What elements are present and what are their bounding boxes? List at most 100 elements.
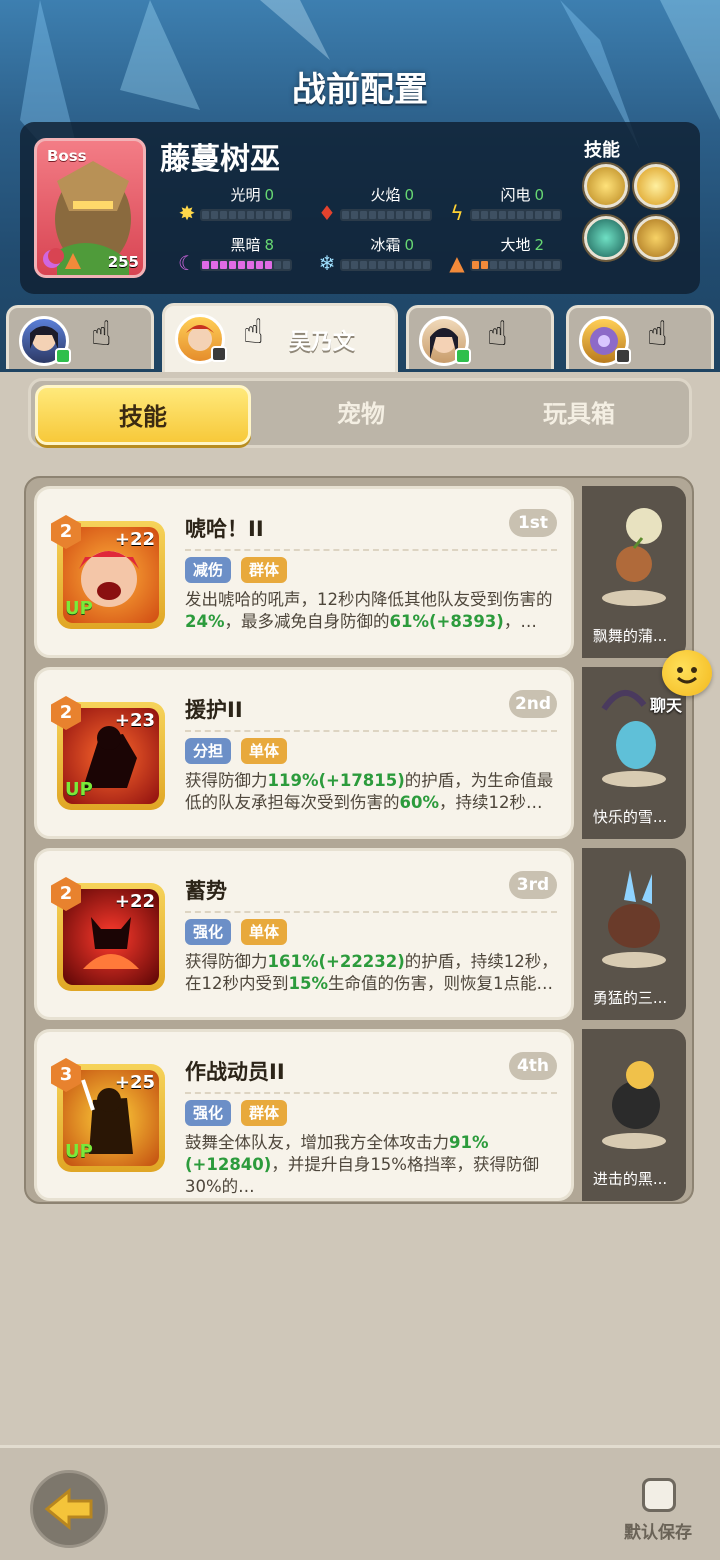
pet-slot[interactable]: 勇猛的三... — [582, 848, 686, 1020]
skill-card[interactable]: 2 +22 蓄势 3rd 强化 单体 获得防御力161%(+22232)的护盾，… — [34, 848, 574, 1020]
skill-icon[interactable]: 2 +23 UP — [51, 696, 165, 810]
skill-bonus: +22 — [114, 891, 155, 912]
sun-icon: ✸ — [178, 201, 196, 225]
attribute-fire: 火焰 0 ♦ — [318, 184, 438, 224]
boss-skills-title: 技能 — [584, 140, 620, 161]
upgrade-indicator: UP — [65, 598, 93, 619]
skill-bonus: +22 — [114, 529, 155, 550]
skill-card[interactable]: 2 +22 UP 唬哈！II 1st 减伤 群体 发出唬哈的吼声，12秒内降低其… — [34, 486, 574, 658]
back-button[interactable] — [30, 1470, 108, 1548]
boss-tag: Boss — [47, 147, 87, 165]
skill-tag: 单体 — [241, 919, 288, 945]
attribute-light: 光明 0 ✸ — [179, 184, 298, 224]
default-save-checkbox[interactable] — [642, 1478, 676, 1512]
skill-icon[interactable]: 3 +25 UP — [51, 1058, 165, 1172]
skill-description: 获得防御力119%(+17815)的护盾，为生命值最低的队友承担每次受到伤害的6… — [185, 771, 554, 812]
skill-bonus: +23 — [114, 710, 155, 731]
tab-toybox[interactable]: 玩具箱 — [471, 385, 687, 445]
skill-order-badge: 4th — [509, 1052, 557, 1080]
skill-tag: 群体 — [241, 1100, 288, 1126]
player-tab-3[interactable]: ☝ — [406, 305, 554, 369]
player-tab-4[interactable]: ☝ — [566, 305, 714, 369]
hand-pointer-icon: ☝ — [647, 314, 668, 354]
category-tab-bar: 技能 宠物 玩具箱 — [28, 378, 692, 448]
skill-tag: 强化 — [185, 919, 232, 945]
attribute-bar — [340, 209, 432, 221]
pet-slot[interactable]: 进击的黑... — [582, 1029, 686, 1201]
attribute-dark: 黑暗 8 ☾ — [178, 234, 298, 274]
skill-icon[interactable]: 2 +22 UP — [51, 515, 165, 629]
dandelion-pet-icon — [602, 508, 666, 606]
boss-skill-orb-sun[interactable] — [584, 164, 628, 208]
bottom-bar: 默认保存 — [0, 1445, 720, 1560]
pet-name: 勇猛的三... — [592, 989, 668, 1007]
triceratops-pet-icon — [602, 870, 666, 968]
skill-tag: 强化 — [185, 1100, 232, 1126]
boss-info-panel: Boss 255 藤蔓树巫 光明 0 ✸ 火焰 0 ♦ 闪电 0 ϟ 黑暗 8 ☾ — [20, 122, 700, 294]
skill-description: 获得防御力161%(+22232)的护盾，持续12秒，在12秒内受到15%生命值… — [185, 952, 558, 993]
black-dino-pet-icon — [602, 1061, 666, 1149]
hand-pointer-icon: ☝ — [487, 314, 508, 354]
device-badge-icon — [615, 348, 631, 364]
skill-description: 发出唬哈的吼声，12秒内降低其他队友受到伤害的24%，最多减免自身防御的61%(… — [185, 590, 553, 631]
skill-description: 鼓舞全体队友，增加我方全体攻击力91%(+12840)，并提升自身15%格挡率，… — [185, 1133, 539, 1196]
player-tab-1[interactable]: ☝ — [6, 305, 154, 369]
skill-card[interactable]: 3 +25 UP 作战动员II 4th 强化 群体 鼓舞全体队友，增加我方全体攻… — [34, 1029, 574, 1201]
snowflake-icon: ❄ — [318, 251, 336, 275]
skill-tag: 减伤 — [185, 557, 232, 583]
attribute-lightning: 闪电 0 ϟ — [450, 184, 568, 224]
divider — [185, 1092, 557, 1094]
attribute-bar — [340, 259, 432, 271]
skill-name: 蓄势 — [185, 879, 227, 903]
boss-portrait[interactable]: Boss 255 — [34, 138, 146, 278]
hand-pointer-icon: ☝ — [91, 314, 112, 354]
skill-list: 2 +22 UP 唬哈！II 1st 减伤 群体 发出唬哈的吼声，12秒内降低其… — [24, 476, 694, 1204]
tab-pets[interactable]: 宠物 — [253, 385, 469, 445]
skill-tag: 单体 — [241, 738, 288, 764]
skill-name: 作战动员II — [185, 1060, 285, 1084]
skill-order-badge: 1st — [509, 509, 557, 537]
pet-name: 飘舞的蒲... — [592, 627, 668, 645]
skill-name: 援护II — [185, 698, 243, 722]
moon-icon: ☾ — [178, 251, 196, 275]
hand-pointer-icon: ☝ — [243, 312, 264, 352]
attribute-bar — [200, 209, 292, 221]
pet-name: 快乐的雪... — [592, 808, 668, 826]
battle-scene-background: 战前配置 Boss 255 藤蔓树巫 光明 0 ✸ 火焰 0 ♦ 闪电 0 ϟ … — [0, 0, 720, 372]
online-badge-icon — [455, 348, 471, 364]
skill-tag: 分担 — [185, 738, 232, 764]
player-name: 吴乃文 — [289, 330, 356, 355]
pet-slot[interactable]: 飘舞的蒲... — [582, 486, 686, 658]
dark-earth-element-icon — [43, 248, 81, 269]
boss-skill-orb-vine[interactable] — [584, 216, 628, 260]
attribute-bar — [470, 259, 562, 271]
skill-order-badge: 2nd — [509, 690, 557, 718]
tab-skills[interactable]: 技能 — [35, 385, 251, 445]
divider — [185, 911, 557, 913]
chat-button[interactable] — [662, 650, 712, 696]
boss-skill-orb-burst[interactable] — [634, 164, 678, 208]
skill-icon[interactable]: 2 +22 — [51, 877, 165, 991]
upgrade-indicator: UP — [65, 1141, 93, 1162]
chat-label: 聊天 — [650, 696, 683, 715]
device-badge-icon — [211, 346, 227, 362]
online-badge-icon — [55, 348, 71, 364]
back-arrow-icon — [44, 1487, 93, 1531]
page-title: 战前配置 — [292, 70, 428, 110]
divider — [185, 730, 557, 732]
attribute-bar — [470, 209, 562, 221]
attribute-bar — [200, 259, 292, 271]
skill-card[interactable]: 2 +23 UP 援护II 2nd 分担 单体 获得防御力119%(+17815… — [34, 667, 574, 839]
lightning-icon: ϟ — [450, 201, 464, 225]
divider — [185, 549, 557, 551]
player-tab-2[interactable]: ☝ 吴乃文 — [162, 303, 398, 372]
boss-name: 藤蔓树巫 — [160, 142, 280, 177]
skill-tag: 群体 — [241, 557, 288, 583]
skill-bonus: +25 — [114, 1072, 155, 1093]
attribute-frost: 冰霜 0 ❄ — [319, 234, 438, 274]
default-save-label: 默认保存 — [624, 1523, 692, 1543]
attribute-earth: 大地 2 ▲ — [449, 234, 568, 274]
mountain-icon: ▲ — [449, 251, 465, 275]
boss-skill-orb-claw[interactable] — [634, 216, 678, 260]
smiley-icon — [677, 667, 697, 684]
